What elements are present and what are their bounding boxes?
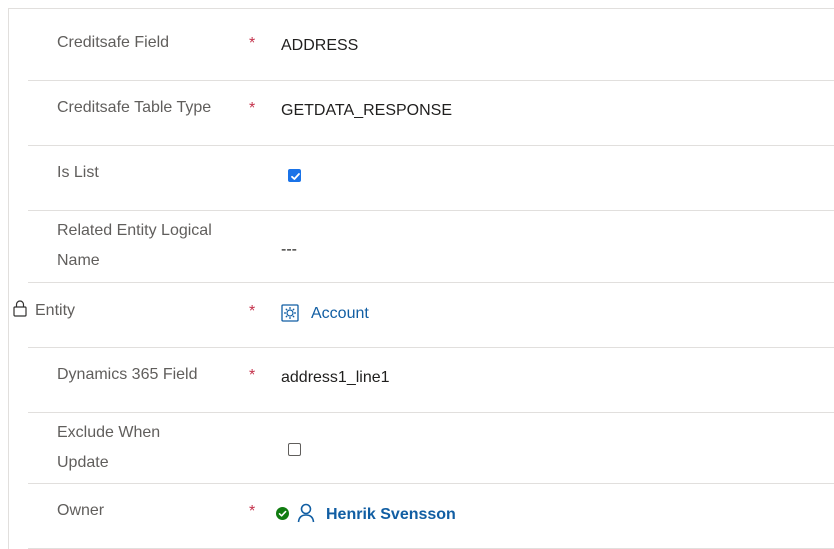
field-label: Owner [57, 502, 105, 519]
field-label: Creditsafe Table Type [57, 99, 212, 116]
entity-link[interactable]: Account [311, 304, 369, 324]
required-marker: * [249, 303, 256, 320]
check-circle-icon [276, 507, 289, 520]
required-marker: * [249, 503, 256, 520]
field-row-is-list: Is List [28, 146, 834, 211]
field-label-line1: Related Entity Logical [57, 222, 212, 239]
field-row-entity: Entity * Account [13, 283, 834, 348]
creditsafe-table-type-value[interactable]: GETDATA_RESPONSE [281, 101, 452, 121]
form-panel: Creditsafe Field * ADDRESS Creditsafe Ta… [8, 8, 834, 549]
field-label: Creditsafe Field [57, 34, 170, 51]
field-label-line2: Name [57, 252, 100, 269]
creditsafe-field-value[interactable]: ADDRESS [281, 36, 358, 56]
exclude-when-update-checkbox[interactable] [288, 443, 301, 456]
lock-icon [13, 300, 27, 317]
is-list-checkbox[interactable] [288, 169, 301, 182]
person-icon [297, 503, 315, 523]
field-label: Entity [35, 302, 76, 319]
field-row-exclude-when-update: Exclude When Update [28, 413, 834, 484]
field-label: Is List [57, 164, 99, 181]
field-row-creditsafe-table-type: Creditsafe Table Type * GETDATA_RESPONSE [28, 81, 834, 146]
field-label-line2: Update [57, 454, 109, 471]
owner-link[interactable]: Henrik Svensson [326, 505, 456, 525]
field-label: Dynamics 365 Field [57, 366, 198, 383]
field-row-dynamics-365-field: Dynamics 365 Field * address1_line1 [28, 348, 834, 413]
required-marker: * [249, 367, 256, 384]
checkmark-icon [291, 173, 300, 180]
entity-icon [281, 304, 299, 322]
required-marker: * [249, 100, 256, 117]
field-row-owner: Owner * Henrik Svensson [28, 484, 834, 549]
field-row-creditsafe-field: Creditsafe Field * ADDRESS [28, 9, 834, 81]
field-label-line1: Exclude When [57, 424, 161, 441]
dynamics-365-field-value[interactable]: address1_line1 [281, 368, 390, 388]
field-row-related-entity-logical-name: Related Entity Logical Name --- [28, 211, 834, 283]
related-entity-logical-name-value[interactable]: --- [281, 240, 297, 260]
required-marker: * [249, 35, 256, 52]
